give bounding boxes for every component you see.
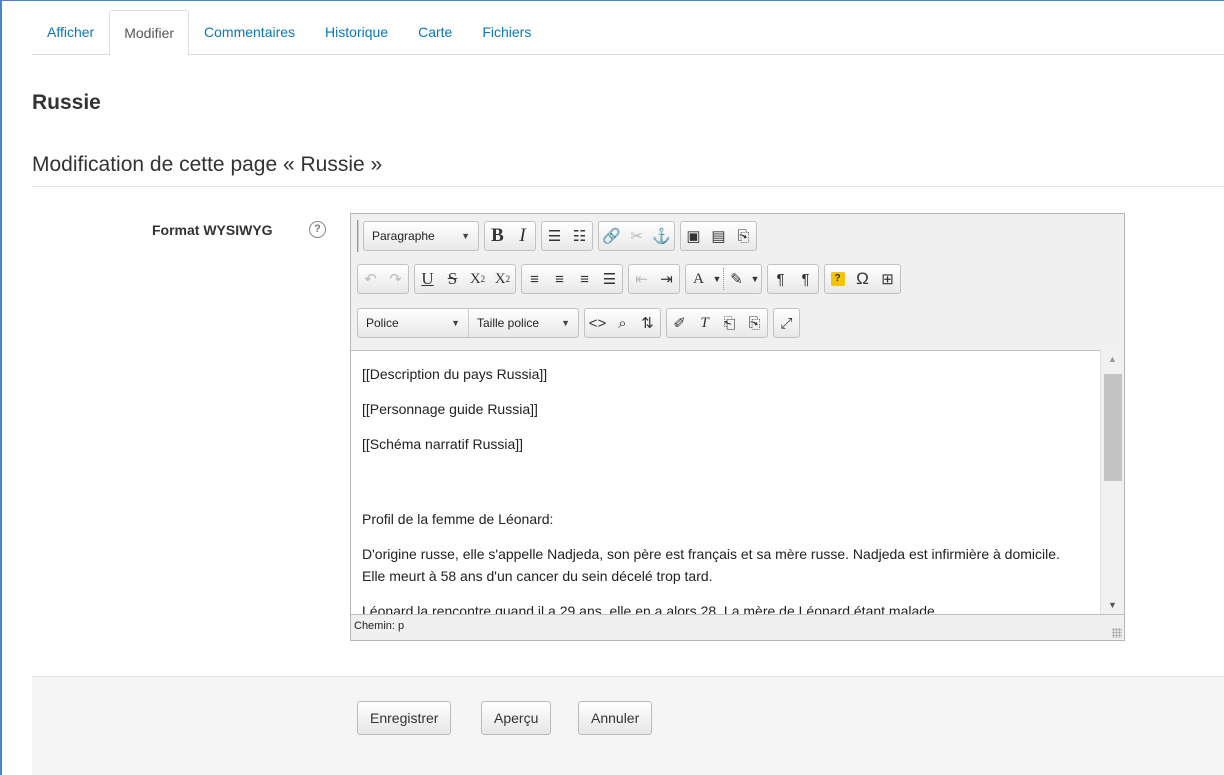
chevron-down-icon: ▼	[561, 318, 570, 328]
indent-icon[interactable]: ⇥	[654, 265, 679, 293]
window-frame-left	[0, 0, 2, 775]
file-icon[interactable]: ⎘	[731, 222, 756, 250]
content-paragraph: [[Description du pays Russia]]	[362, 366, 548, 382]
text-color-dropdown-icon[interactable]: ▼	[711, 265, 723, 293]
text-color-icon[interactable]: A	[686, 265, 711, 293]
anchor-icon[interactable]: ⚓	[649, 222, 674, 250]
clean-format-icon[interactable]: ✐	[667, 309, 692, 337]
toolbar-row-3: Police ▼ Taille police ▼ <> ⌕ ⇅ ✐ T ⎗ ⎘ …	[357, 308, 805, 338]
align-center-icon[interactable]: ≡	[547, 265, 572, 293]
tab-commentaires[interactable]: Commentaires	[189, 10, 310, 55]
toolbar-row-1: Paragraphe ▼ B I ☰ ☷ 🔗 ✂ ⚓ ▣ ▤ ⎘	[363, 221, 762, 251]
chevron-down-icon: ▼	[451, 318, 460, 328]
superscript-button[interactable]: X2	[490, 265, 515, 293]
tab-afficher[interactable]: Afficher	[32, 10, 109, 55]
help-icon[interactable]: ?	[309, 221, 326, 238]
resize-grip-icon[interactable]	[1112, 628, 1122, 638]
section-divider	[32, 186, 1224, 187]
paragraph-format-value: Paragraphe	[372, 229, 435, 243]
link-icon[interactable]: 🔗	[599, 222, 624, 250]
redo-icon[interactable]: ↷	[383, 265, 408, 293]
outdent-icon[interactable]: ⇤	[629, 265, 654, 293]
section-title: Modification de cette page « Russie »	[32, 153, 383, 176]
paste-text-icon[interactable]: ⎗	[717, 309, 742, 337]
replace-icon[interactable]: ⇅	[635, 309, 660, 337]
window-frame-top	[0, 0, 1224, 1]
background-color-icon[interactable]: ✎	[724, 265, 749, 293]
preview-button[interactable]: Aperçu	[481, 701, 552, 735]
toolbar-row-2: ↶ ↷ U S X2 X2 ≡ ≡ ≡ ☰ ⇤ ⇥ A ▼ ✎ ▼ ¶ ¶ ? …	[357, 264, 906, 294]
editor-status-bar: Chemin: p	[351, 614, 1124, 640]
align-justify-icon[interactable]: ☰	[597, 265, 622, 293]
paragraph-format-select[interactable]: Paragraphe ▼	[364, 222, 478, 250]
unlink-icon[interactable]: ✂	[624, 222, 649, 250]
page-title: Russie	[32, 91, 101, 114]
editor-content-area[interactable]: [[Description du pays Russia]] [[Personn…	[351, 350, 1124, 614]
rtl-icon[interactable]: ¶	[793, 265, 818, 293]
save-button[interactable]: Enregistrer	[357, 701, 452, 735]
undo-icon[interactable]: ↶	[358, 265, 383, 293]
align-right-icon[interactable]: ≡	[572, 265, 597, 293]
paste-word-icon[interactable]: ⎘	[742, 309, 767, 337]
tab-fichiers[interactable]: Fichiers	[467, 10, 546, 55]
find-icon[interactable]: ⌕	[610, 309, 635, 337]
numbered-list-icon[interactable]: ☷	[567, 222, 592, 250]
scroll-down-icon[interactable]: ▼	[1108, 600, 1117, 610]
element-path: Chemin: p	[354, 620, 405, 632]
image-icon[interactable]: ▣	[681, 222, 706, 250]
tab-historique[interactable]: Historique	[310, 10, 403, 55]
bullet-list-icon[interactable]: ☰	[542, 222, 567, 250]
remove-format-icon[interactable]: T	[692, 309, 717, 337]
cancel-button[interactable]: Annuler	[578, 701, 653, 735]
font-size-select[interactable]: Taille police ▼	[468, 309, 578, 337]
media-icon[interactable]: ▤	[706, 222, 731, 250]
editor-scrollbar[interactable]: ▲ ▼	[1100, 350, 1124, 614]
underline-button[interactable]: U	[415, 265, 440, 293]
font-size-value: Taille police	[477, 316, 540, 330]
subscript-button[interactable]: X2	[465, 265, 490, 293]
tab-modifier[interactable]: Modifier	[109, 10, 190, 56]
fullscreen-icon[interactable]: ⤢	[774, 309, 799, 337]
content-paragraph: Léonard la rencontre quand il a 29 ans, …	[362, 603, 935, 614]
align-left-icon[interactable]: ≡	[522, 265, 547, 293]
tab-bar: Afficher Modifier Commentaires Historiqu…	[32, 10, 1224, 56]
help-button[interactable]: ?	[825, 265, 850, 293]
tab-carte[interactable]: Carte	[403, 10, 467, 55]
content-paragraph: [[Personnage guide Russia]]	[362, 401, 538, 417]
wysiwyg-editor: Paragraphe ▼ B I ☰ ☷ 🔗 ✂ ⚓ ▣ ▤ ⎘ ↶ ↷ U S…	[350, 213, 1125, 641]
scroll-thumb[interactable]	[1104, 374, 1122, 481]
special-char-icon[interactable]: Ω	[850, 265, 875, 293]
question-icon: ?	[830, 272, 845, 286]
scroll-up-icon[interactable]: ▲	[1108, 354, 1117, 364]
field-label: Format WYSIWYG	[152, 222, 273, 238]
code-icon[interactable]: <>	[585, 309, 610, 337]
toolbar-handle	[357, 220, 359, 252]
italic-button[interactable]: I	[510, 222, 535, 250]
chevron-down-icon: ▼	[461, 231, 470, 241]
strikethrough-button[interactable]: S	[440, 265, 465, 293]
ltr-icon[interactable]: ¶	[768, 265, 793, 293]
content-paragraph: [[Schéma narratif Russia]]	[362, 436, 524, 452]
bold-button[interactable]: B	[485, 222, 510, 250]
background-color-dropdown-icon[interactable]: ▼	[749, 265, 761, 293]
font-family-value: Police	[366, 316, 399, 330]
font-family-select[interactable]: Police ▼	[358, 309, 468, 337]
content-paragraph: Profil de la femme de Léonard:	[362, 511, 554, 527]
table-icon[interactable]: ⊞	[875, 265, 900, 293]
content-paragraph: D'origine russe, elle s'appelle Nadjeda,…	[362, 546, 1060, 584]
